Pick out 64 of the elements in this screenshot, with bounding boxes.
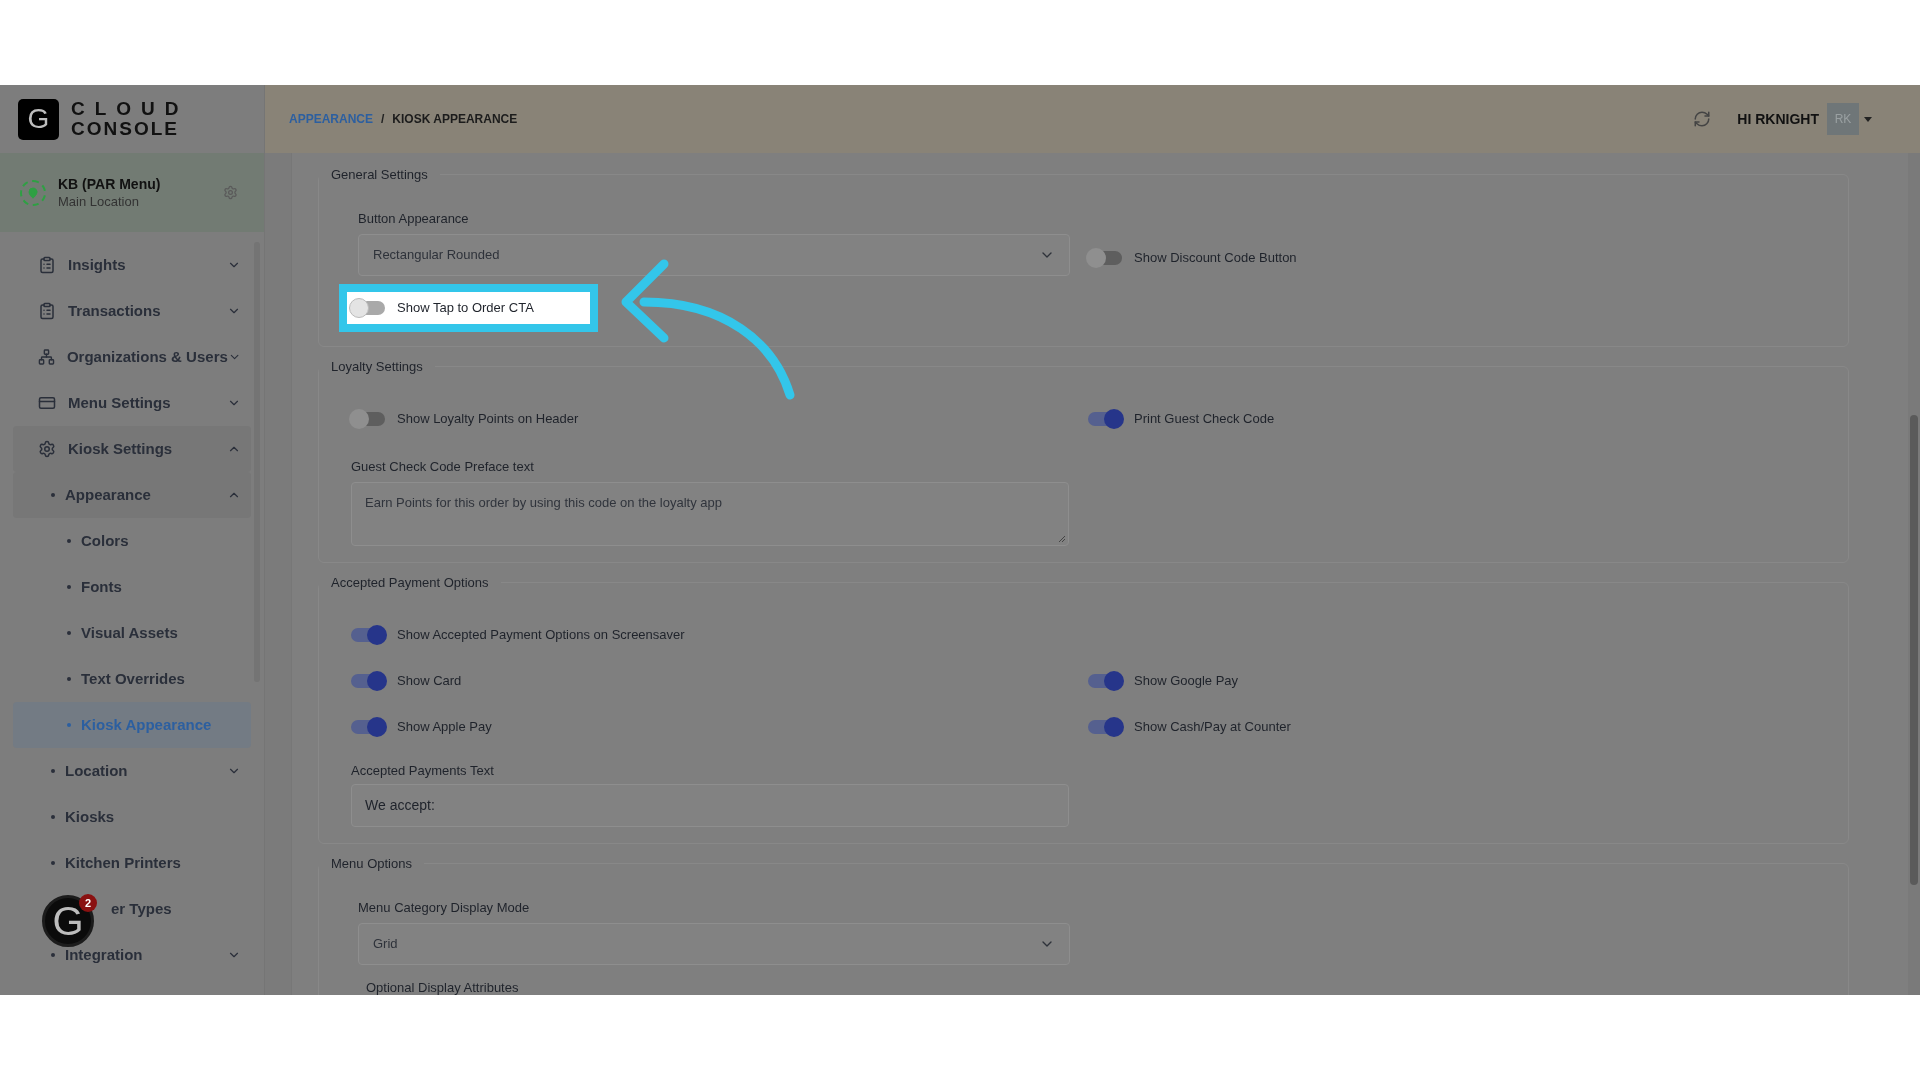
subsection-label: Optional Display Attributes	[365, 980, 519, 995]
sidebar-item[interactable]: Menu Settings	[13, 380, 251, 426]
bullet-icon	[51, 953, 55, 957]
location-pin-icon	[20, 179, 46, 206]
field-label: Guest Check Code Preface text	[351, 457, 535, 476]
resize-handle-icon	[1058, 535, 1066, 543]
field-label: Button Appearance	[358, 209, 470, 228]
breadcrumb-link[interactable]: APPEARANCE	[289, 110, 373, 128]
logo-text: CONSOLE	[71, 119, 180, 139]
toggle-switch[interactable]: Show Google Pay	[1088, 670, 1239, 691]
bullet-icon	[67, 585, 71, 589]
sidebar-item[interactable]: Transactions	[13, 288, 251, 334]
sidebar-item[interactable]: Text Overrides	[13, 656, 251, 702]
sidebar-item[interactable]: Organizations & Users	[13, 334, 251, 380]
text-input[interactable]: We accept:	[351, 784, 1069, 827]
field-label: Menu Category Display Mode	[358, 898, 531, 917]
caret-icon[interactable]	[1864, 116, 1872, 122]
bullet-icon	[51, 815, 55, 819]
bullet-icon	[67, 677, 71, 681]
text-area[interactable]: Earn Points for this order by using this code on the loyalty app	[351, 482, 1069, 546]
toggle-switch[interactable]: Show Loyalty Points on Header	[351, 408, 579, 429]
section-title: General Settings	[330, 166, 429, 184]
bullet-icon	[51, 769, 55, 773]
toggle-switch[interactable]: Show Apple Pay	[351, 716, 492, 737]
bullet-icon	[67, 539, 71, 543]
logo-mark: G	[18, 98, 59, 140]
toggle-switch[interactable]: Show Discount Code Button	[1088, 248, 1297, 268]
select-field[interactable]: Grid	[358, 923, 1070, 965]
sidebar-item[interactable]: Appearance	[13, 472, 251, 518]
bullet-icon	[67, 631, 71, 635]
sidebar-item[interactable]: er Types	[111, 899, 172, 917]
location-subtitle: Main Location	[58, 192, 140, 211]
toggle-switch[interactable]: Show Accepted Payment Options on Screensaver	[351, 624, 685, 645]
settings-icon[interactable]	[223, 185, 238, 200]
settings-icon	[38, 440, 56, 458]
sidebar-item[interactable]: Kiosk Settings	[13, 426, 251, 472]
section-title: Loyalty Settings	[330, 358, 424, 376]
notification-badge: 2	[79, 894, 97, 912]
sidebar-item[interactable]: Insights	[13, 242, 251, 288]
select-field[interactable]: Rectangular Rounded	[358, 234, 1070, 276]
section-title: Accepted Payment Options	[330, 574, 490, 592]
logo-text: CLOUD	[71, 99, 189, 119]
toggle-switch[interactable]: Show Cash/Pay at Counter	[1088, 716, 1291, 737]
bullet-icon	[51, 861, 55, 865]
field-label: Accepted Payments Text	[351, 761, 495, 780]
toggle-switch[interactable]: Print Guest Check Code	[1088, 408, 1275, 429]
card-icon	[38, 394, 56, 412]
user-greeting: HI RKNIGHT	[1737, 109, 1819, 129]
section-title: Menu Options	[330, 855, 413, 873]
sidebar-item[interactable]: Kitchen Printers	[13, 840, 251, 886]
sidebar-item[interactable]: Kiosks	[13, 794, 251, 840]
org-chart-icon	[38, 348, 55, 366]
sidebar-item[interactable]: Location	[13, 748, 251, 794]
bullet-icon	[51, 493, 55, 497]
location-panel[interactable]: KB (PAR Menu) Main Location	[0, 153, 264, 232]
location-name: KB (PAR Menu)	[58, 174, 162, 193]
sidebar-item[interactable]: Colors	[13, 518, 251, 564]
sidebar-item[interactable]: Visual Assets	[13, 610, 251, 656]
toggle-switch[interactable]: Show Card	[351, 670, 462, 691]
sidebar-item[interactable]: Fonts	[13, 564, 251, 610]
refresh-icon[interactable]	[1693, 110, 1712, 128]
breadcrumb-current: KIOSK APPEARANCE	[392, 111, 518, 128]
bullet-icon	[67, 723, 71, 727]
breadcrumb-separator: /	[381, 111, 385, 128]
